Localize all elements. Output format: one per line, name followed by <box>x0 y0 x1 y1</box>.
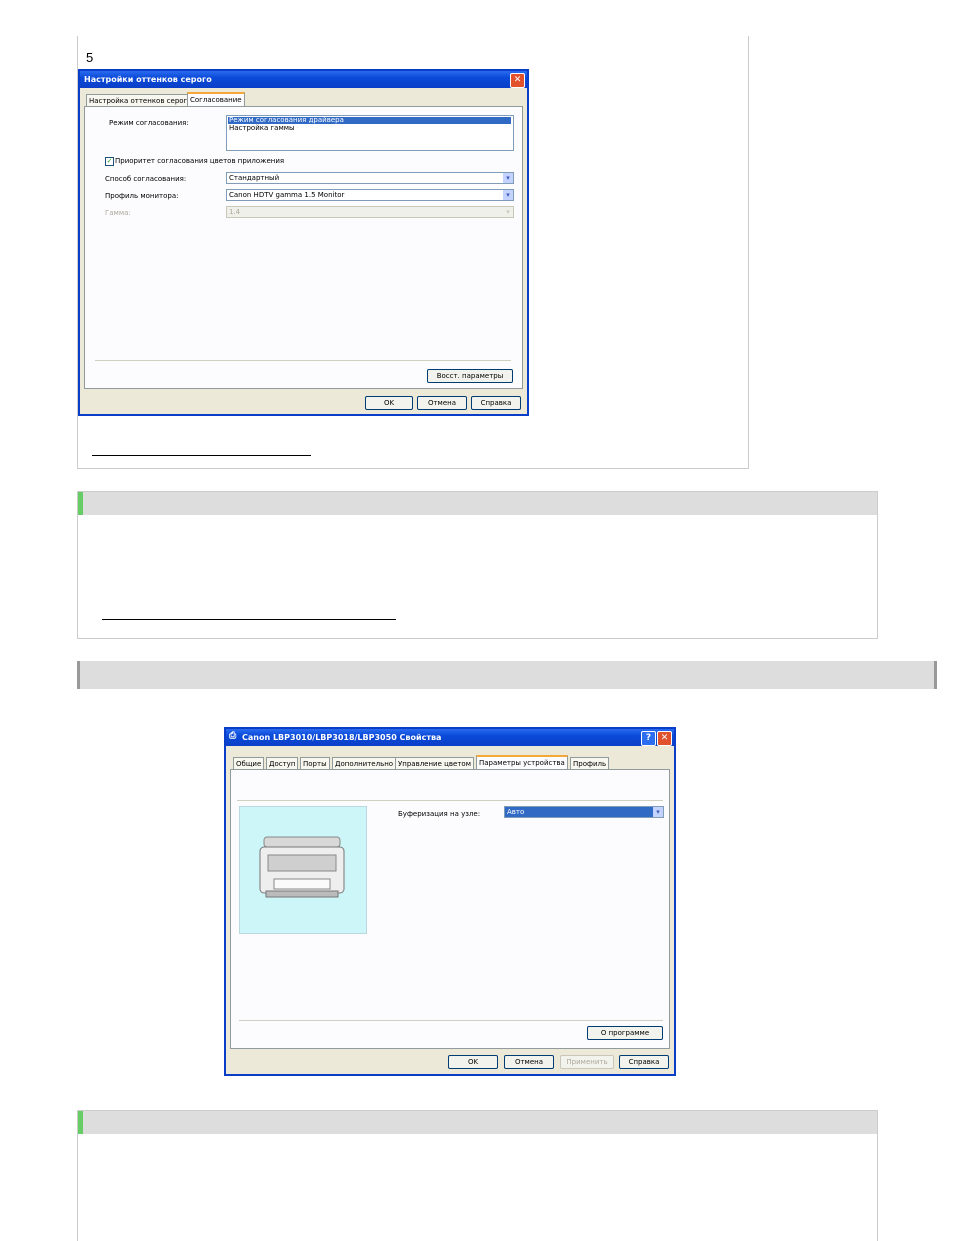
step-number: 5 <box>86 50 94 65</box>
tab-device-settings[interactable]: Параметры устройства <box>476 755 568 770</box>
tab-panel: Буферизация на узле: Авто ▾ О программе <box>230 769 670 1049</box>
method-select[interactable]: Стандартный ▾ <box>226 172 514 184</box>
help-button[interactable]: Справка <box>619 1055 669 1069</box>
note-header <box>78 1111 877 1134</box>
dialog-title: Настройки оттенков серого <box>80 71 527 88</box>
matching-mode-listbox[interactable]: Режим согласования драйвера Настройка га… <box>226 115 514 151</box>
ok-button[interactable]: OK <box>365 396 413 410</box>
spooling-value: Авто <box>507 808 525 816</box>
dialog-title-text: Canon LBP3010/LBP3018/LBP3050 Свойства <box>242 733 442 742</box>
priority-checkbox-label: Приоритет согласования цветов приложения <box>115 157 285 165</box>
note-header <box>78 492 877 515</box>
section-header-bar <box>77 661 937 689</box>
note-box <box>77 491 878 639</box>
note-box <box>77 1110 878 1241</box>
tab-matching[interactable]: Согласование <box>187 92 245 107</box>
about-button[interactable]: О программе <box>587 1026 663 1040</box>
close-icon[interactable]: ✕ <box>510 73 525 88</box>
help-icon[interactable]: ? <box>641 731 656 746</box>
chevron-down-icon[interactable]: ▾ <box>503 190 513 200</box>
note-accent-bar <box>78 492 83 515</box>
monitor-profile-value: Canon HDTV gamma 1.5 Monitor <box>229 191 345 199</box>
gamma-label: Гамма: <box>105 209 131 217</box>
ok-button[interactable]: OK <box>448 1055 498 1069</box>
method-value: Стандартный <box>229 174 280 182</box>
tab-panel: Режим согласования: Режим согласования д… <box>84 106 523 389</box>
monitor-profile-label: Профиль монитора: <box>105 192 179 200</box>
gamma-select: 1.4 ▾ <box>226 206 514 218</box>
note-accent-bar <box>78 1111 83 1134</box>
method-label: Способ согласования: <box>105 175 187 183</box>
apply-button: Применить <box>560 1055 614 1069</box>
link-underline[interactable] <box>92 455 311 456</box>
printer-properties-dialog: ⎙ Canon LBP3010/LBP3018/LBP3050 Свойства… <box>224 727 676 1076</box>
help-button[interactable]: Справка <box>471 396 521 410</box>
grayscale-settings-dialog: Настройки оттенков серого ✕ Настройка от… <box>78 69 529 416</box>
link-underline[interactable] <box>102 619 396 620</box>
divider <box>95 360 511 361</box>
printer-icon <box>259 836 345 898</box>
cancel-button[interactable]: Отмена <box>417 396 467 410</box>
dialog-title: ⎙ Canon LBP3010/LBP3018/LBP3050 Свойства <box>226 729 674 746</box>
spooling-label: Буферизация на узле: <box>398 810 481 818</box>
restore-defaults-button[interactable]: Восст. параметры <box>427 369 513 383</box>
divider <box>237 800 663 801</box>
cancel-button[interactable]: Отмена <box>504 1055 554 1069</box>
monitor-profile-select[interactable]: Canon HDTV gamma 1.5 Monitor ▾ <box>226 189 514 201</box>
matching-mode-label: Режим согласования: <box>109 119 189 127</box>
printer-preview <box>239 806 367 934</box>
priority-checkbox[interactable]: ✓ <box>105 157 114 166</box>
list-item[interactable]: Режим согласования драйвера <box>228 117 511 124</box>
gamma-value: 1.4 <box>229 208 241 216</box>
spooling-select[interactable]: Авто ▾ <box>504 806 664 818</box>
divider <box>239 1020 663 1021</box>
chevron-down-icon[interactable]: ▾ <box>503 173 513 183</box>
chevron-down-icon[interactable]: ▾ <box>653 807 663 817</box>
chevron-down-icon: ▾ <box>503 207 513 217</box>
close-icon[interactable]: ✕ <box>657 731 672 746</box>
list-item[interactable]: Настройка гаммы <box>228 125 295 132</box>
printer-icon: ⎙ <box>229 731 237 741</box>
